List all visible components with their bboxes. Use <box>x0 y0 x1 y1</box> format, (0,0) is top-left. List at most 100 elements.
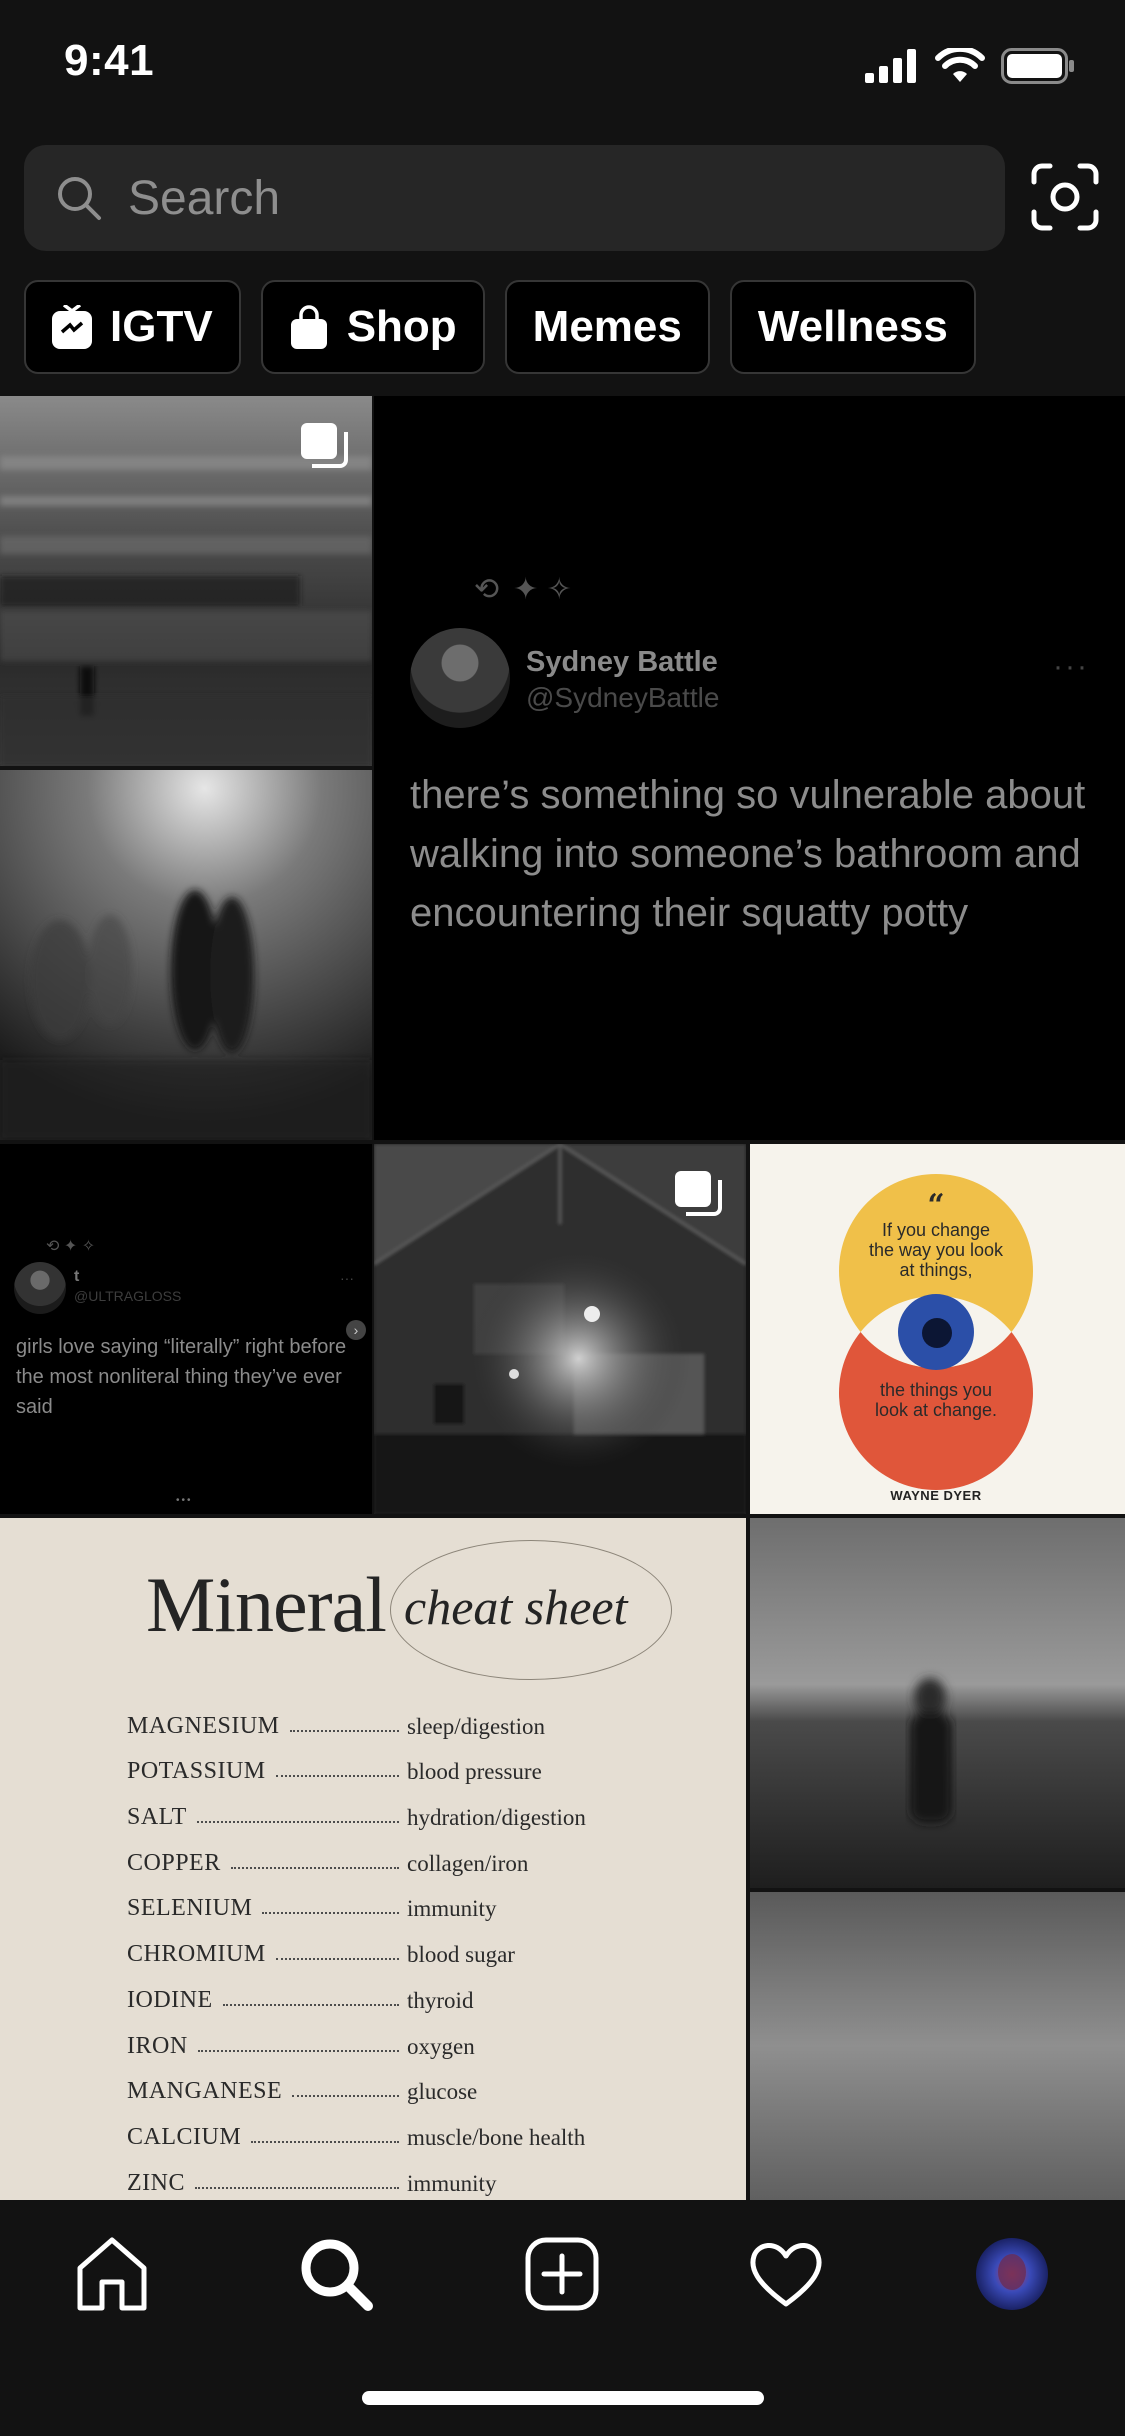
dotted-leader <box>231 1866 399 1869</box>
mineral-use: glucose <box>407 2079 478 2105</box>
mineral-name: SALT <box>127 1804 187 1831</box>
quote-mark: “ <box>927 1188 945 1223</box>
carousel-icon <box>675 1171 722 1216</box>
explore-grid: ⟲ ✦ ✧ Sydney Battle @SydneyBattle ··· th… <box>0 396 1125 2200</box>
mineral-title: Mineral <box>146 1561 387 1648</box>
chip-wellness[interactable]: Wellness <box>729 280 976 374</box>
mineral-name: ZINC <box>127 2169 185 2196</box>
quote-text-bottom: the things you look at change. <box>874 1380 998 1420</box>
mineral-name: IODINE <box>127 1986 213 2013</box>
mineral-use: muscle/bone health <box>407 2124 586 2150</box>
tweet-text: girls love saying “literally” right befo… <box>16 1336 347 1418</box>
dotted-leader <box>292 2095 399 2098</box>
mineral-row: COPPER collagen/iron <box>127 1831 647 1877</box>
photo-thumbnail <box>750 1518 1125 1888</box>
mineral-name: POTASSIUM <box>127 1758 266 1785</box>
cellular-signal-icon <box>865 49 916 83</box>
mineral-row: CHROMIUM blood sugar <box>127 1922 647 1968</box>
post-tweet-ultragloss[interactable]: ⟲ ✦ ✧ t @ULTRAGLOSS ··· › girls love say… <box>0 1144 372 1514</box>
topic-chips: IGTV Shop Memes Wellness <box>24 280 976 374</box>
status-icons <box>865 48 1075 84</box>
mineral-row: SELENIUM immunity <box>127 1877 647 1923</box>
emoji-icon: ✦ ✧ <box>513 573 572 606</box>
post-city-blur[interactable] <box>0 396 372 766</box>
mineral-row: MAGNESIUM sleep/digestion <box>127 1694 647 1740</box>
mineral-use: immunity <box>407 1896 497 1922</box>
dotted-leader <box>251 2140 399 2143</box>
quote-author: WAYNE DYER <box>890 1488 982 1503</box>
avatar <box>410 628 510 728</box>
tweet-repost-row: ⟲ ✦ ✧ <box>474 572 572 607</box>
search-bar[interactable] <box>24 145 1005 251</box>
mineral-name: IRON <box>127 2032 188 2059</box>
eye-pupil <box>922 1318 952 1348</box>
tweet-author-handle: @SydneyBattle <box>526 682 720 713</box>
carousel-icon <box>301 423 348 468</box>
chip-label: Wellness <box>757 302 948 351</box>
tweet-repost-row: ⟲ ✦ ✧ <box>46 1238 96 1255</box>
mineral-use: immunity <box>407 2170 497 2196</box>
chip-memes[interactable]: Memes <box>504 280 710 374</box>
mineral-row: ZINC immunity <box>127 2151 647 2197</box>
tweet-author-name: t <box>74 1268 80 1285</box>
mineral-use: sleep/digestion <box>407 1713 545 1739</box>
chip-label: IGTV <box>110 302 213 351</box>
mineral-row: POTASSIUM blood pressure <box>127 1740 647 1786</box>
post-fog-figure[interactable] <box>750 1518 1125 1888</box>
shop-bag-icon <box>290 305 327 349</box>
mineral-row: IRON oxygen <box>127 2014 647 2060</box>
chip-igtv[interactable]: IGTV <box>24 280 241 374</box>
post-mineral-cheat-sheet[interactable]: Mineral cheat sheet MAGNESIUM sleep/diges… <box>0 1518 746 2200</box>
chip-label: Shop <box>346 302 457 351</box>
mineral-use: collagen/iron <box>407 1850 529 1876</box>
mineral-list: MAGNESIUM sleep/digestion POTASSIUM blood p… <box>127 1694 647 2197</box>
post-rain-couple[interactable] <box>0 770 372 1140</box>
dotted-leader <box>262 1912 399 1915</box>
quote-text-top: If you change the way you look at things… <box>868 1220 1004 1280</box>
post-quote-wayne-dyer[interactable]: “ If you change the way you look at thin… <box>750 1144 1125 1514</box>
tweet-text: there’s something so vulnerable about wa… <box>410 773 1086 935</box>
mineral-name: CALCIUM <box>127 2123 242 2150</box>
search-icon <box>58 177 101 220</box>
mineral-name: CHROMIUM <box>127 1941 266 1968</box>
battery-icon <box>1001 48 1074 84</box>
mineral-row: IODINE thyroid <box>127 1968 647 2014</box>
search-input[interactable] <box>128 170 928 226</box>
mineral-row: MANGANESE glucose <box>127 2060 647 2106</box>
more-icon: ··· <box>340 1270 354 1286</box>
mineral-name: COPPER <box>127 1849 221 1876</box>
home-indicator <box>362 2391 764 2405</box>
new-post-icon[interactable] <box>522 2234 602 2314</box>
carousel-dots: ••• <box>176 1495 193 1506</box>
tweet-author-name: Sydney Battle <box>526 646 718 678</box>
search-tab-icon[interactable] <box>296 2234 376 2314</box>
scan-icon[interactable] <box>1030 162 1100 232</box>
mineral-name: MAGNESIUM <box>127 1712 280 1739</box>
mineral-name: MANGANESE <box>127 2078 283 2105</box>
post-tent[interactable] <box>374 1144 746 1514</box>
mineral-use: blood pressure <box>407 1759 542 1785</box>
dotted-leader <box>223 2003 399 2006</box>
dotted-leader <box>276 1775 399 1778</box>
tweet-author-handle: @ULTRAGLOSS <box>74 1288 182 1304</box>
post-gray-blur[interactable] <box>750 1892 1125 2200</box>
dotted-leader <box>197 1821 399 1824</box>
heart-icon[interactable] <box>746 2234 826 2314</box>
mineral-use: blood sugar <box>407 1942 515 1968</box>
home-icon[interactable] <box>72 2234 152 2314</box>
photo-thumbnail <box>750 1892 1125 2200</box>
mineral-row: CALCIUM muscle/bone health <box>127 2105 647 2151</box>
profile-avatar[interactable] <box>972 2234 1052 2314</box>
mineral-subtitle: cheat sheet <box>404 1579 628 1635</box>
chip-label: Memes <box>532 302 682 351</box>
repost-icon: ⟲ <box>474 573 500 606</box>
more-icon: ··· <box>1053 650 1089 683</box>
mineral-name: SELENIUM <box>127 1895 253 1922</box>
mineral-use: hydration/digestion <box>407 1805 586 1831</box>
mineral-row: SALT hydration/digestion <box>127 1785 647 1831</box>
photo-thumbnail <box>0 770 372 1140</box>
status-bar: 9:41 <box>0 0 1125 132</box>
dotted-leader <box>195 2186 399 2189</box>
chip-shop[interactable]: Shop <box>260 280 485 374</box>
post-tweet-sydney[interactable]: ⟲ ✦ ✧ Sydney Battle @SydneyBattle ··· th… <box>374 396 1125 1140</box>
